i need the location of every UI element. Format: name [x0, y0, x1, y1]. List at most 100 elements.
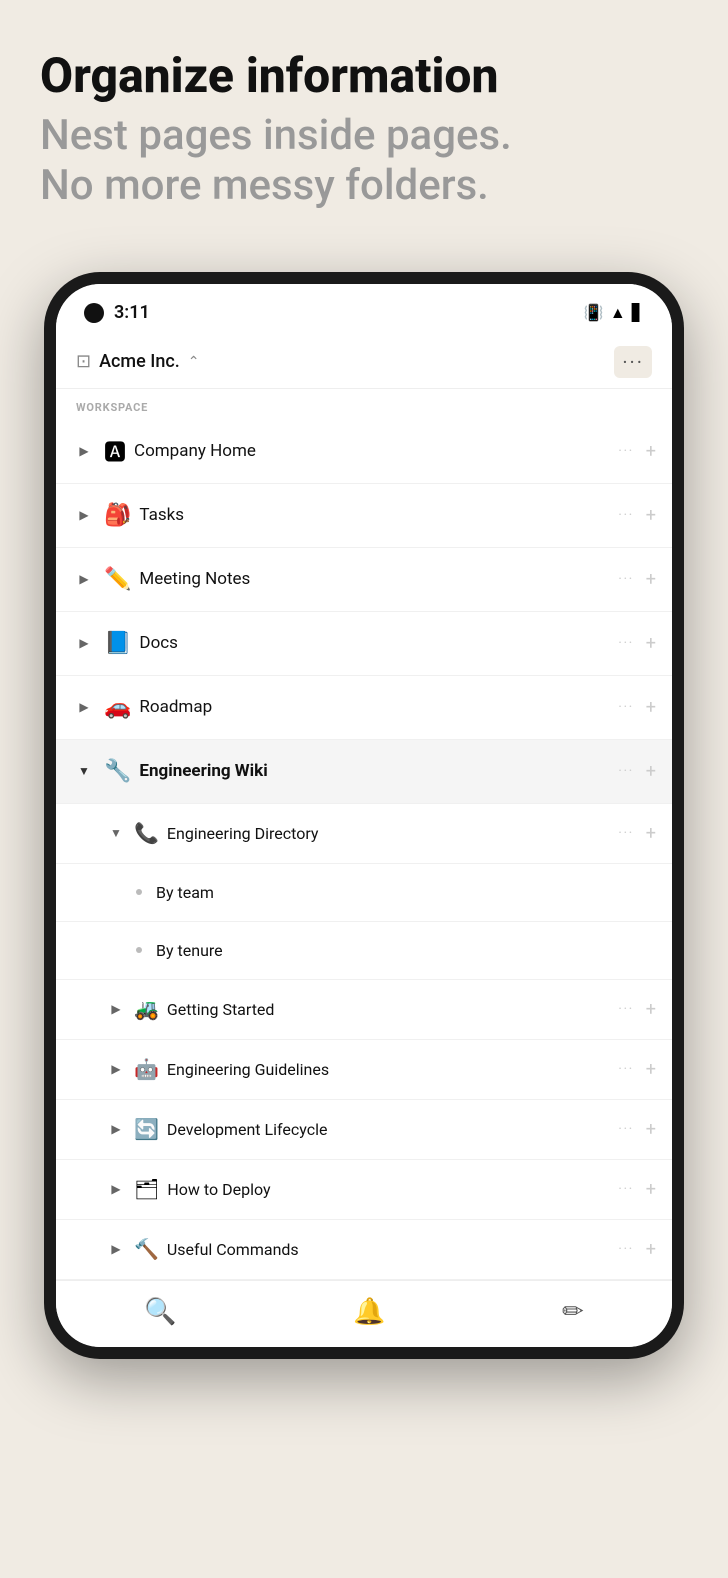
dots-how-to-deploy[interactable]: ··· — [618, 1181, 633, 1197]
plus-useful-commands[interactable]: + — [646, 1239, 656, 1260]
more-button[interactable]: ··· — [614, 346, 652, 378]
actions-engineering-wiki: ··· + — [618, 761, 656, 782]
dots-engineering-wiki[interactable]: ··· — [618, 763, 633, 779]
sidebar-item-by-tenure[interactable]: By tenure — [56, 922, 672, 980]
label-how-to-deploy: How to Deploy — [167, 1180, 618, 1199]
sidebar-item-docs[interactable]: ▶ 📘 Docs ··· + — [56, 612, 672, 676]
sidebar-item-company-home[interactable]: ▶ 🅰 Company Home ··· + — [56, 420, 672, 484]
wifi-icon: ▲ — [610, 303, 626, 323]
emoji-roadmap: 🚗 — [104, 695, 131, 720]
sidebar-item-engineering-wiki[interactable]: ▼ 🔧 Engineering Wiki ··· + — [56, 740, 672, 804]
label-getting-started: Getting Started — [167, 1000, 618, 1019]
sidebar-item-by-team[interactable]: By team — [56, 864, 672, 922]
hero-title: Organize information — [40, 50, 688, 103]
dots-development-lifecycle[interactable]: ··· — [618, 1121, 633, 1137]
toggle-meeting-notes[interactable]: ▶ — [72, 572, 96, 586]
sidebar-item-engineering-directory[interactable]: ▼ 📞 Engineering Directory ··· + — [56, 804, 672, 864]
label-by-tenure: By tenure — [156, 941, 656, 960]
actions-tasks: ··· + — [618, 505, 656, 526]
label-company-home: Company Home — [134, 441, 618, 461]
dots-tasks[interactable]: ··· — [618, 507, 633, 523]
toggle-tasks[interactable]: ▶ — [72, 508, 96, 522]
bell-nav-icon[interactable]: 🔔 — [353, 1297, 385, 1327]
toggle-engineering-directory[interactable]: ▼ — [106, 826, 126, 840]
emoji-meeting-notes: ✏️ — [104, 567, 131, 592]
toggle-roadmap[interactable]: ▶ — [72, 700, 96, 714]
toggle-engineering-guidelines[interactable]: ▶ — [106, 1062, 126, 1076]
toggle-engineering-wiki[interactable]: ▼ — [72, 764, 96, 778]
workspace-icon: ⊡ — [76, 351, 91, 372]
plus-company-home[interactable]: + — [646, 441, 656, 462]
label-engineering-guidelines: Engineering Guidelines — [167, 1060, 618, 1079]
plus-development-lifecycle[interactable]: + — [646, 1119, 656, 1140]
label-docs: Docs — [139, 633, 618, 653]
sidebar-item-roadmap[interactable]: ▶ 🚗 Roadmap ··· + — [56, 676, 672, 740]
dots-engineering-directory[interactable]: ··· — [618, 825, 633, 841]
emoji-how-to-deploy: 🗂 — [134, 1177, 159, 1201]
plus-docs[interactable]: + — [646, 633, 656, 654]
dots-engineering-guidelines[interactable]: ··· — [618, 1061, 633, 1077]
sidebar-item-development-lifecycle[interactable]: ▶ 🔄 Development Lifecycle ··· + — [56, 1100, 672, 1160]
label-by-team: By team — [156, 883, 656, 902]
chevron-icon: ⌃ — [188, 354, 200, 370]
label-development-lifecycle: Development Lifecycle — [167, 1120, 618, 1139]
phone-screen: 3:11 📳 ▲ ▋ ⊡ Acme Inc. ⌃ ··· — [56, 284, 672, 1347]
plus-engineering-directory[interactable]: + — [646, 823, 656, 844]
actions-meeting-notes: ··· + — [618, 569, 656, 590]
toggle-getting-started[interactable]: ▶ — [106, 1002, 126, 1016]
toggle-useful-commands[interactable]: ▶ — [106, 1242, 126, 1256]
plus-engineering-guidelines[interactable]: + — [646, 1059, 656, 1080]
plus-engineering-wiki[interactable]: + — [646, 761, 656, 782]
dots-company-home[interactable]: ··· — [618, 443, 633, 459]
sidebar-item-getting-started[interactable]: ▶ 🚜 Getting Started ··· + — [56, 980, 672, 1040]
status-icons: 📳 ▲ ▋ — [584, 303, 644, 323]
actions-roadmap: ··· + — [618, 697, 656, 718]
dots-meeting-notes[interactable]: ··· — [618, 571, 633, 587]
emoji-useful-commands: 🔨 — [134, 1237, 159, 1261]
dots-getting-started[interactable]: ··· — [618, 1001, 633, 1017]
emoji-development-lifecycle: 🔄 — [134, 1117, 159, 1141]
sidebar-item-meeting-notes[interactable]: ▶ ✏️ Meeting Notes ··· + — [56, 548, 672, 612]
section-label: WORKSPACE — [56, 389, 672, 420]
dot-by-tenure — [136, 947, 142, 953]
plus-getting-started[interactable]: + — [646, 999, 656, 1020]
emoji-docs: 📘 — [104, 631, 131, 656]
actions-docs: ··· + — [618, 633, 656, 654]
search-nav-icon[interactable]: 🔍 — [144, 1297, 176, 1327]
plus-tasks[interactable]: + — [646, 505, 656, 526]
actions-company-home: ··· + — [618, 441, 656, 462]
toggle-docs[interactable]: ▶ — [72, 636, 96, 650]
emoji-engineering-directory: 📞 — [134, 821, 159, 845]
vibrate-icon: 📳 — [584, 303, 604, 322]
label-engineering-directory: Engineering Directory — [167, 824, 618, 843]
dots-roadmap[interactable]: ··· — [618, 699, 633, 715]
actions-useful-commands: ··· + — [618, 1239, 656, 1260]
plus-meeting-notes[interactable]: + — [646, 569, 656, 590]
emoji-getting-started: 🚜 — [134, 997, 159, 1021]
dots-docs[interactable]: ··· — [618, 635, 633, 651]
hero-section: Organize information Nest pages inside p… — [0, 0, 728, 252]
content-area: WORKSPACE ▶ 🅰 Company Home ··· + ▶ 🎒 Tas… — [56, 389, 672, 1280]
toggle-company-home[interactable]: ▶ — [72, 444, 96, 458]
top-bar: ⊡ Acme Inc. ⌃ ··· — [56, 336, 672, 389]
actions-getting-started: ··· + — [618, 999, 656, 1020]
label-meeting-notes: Meeting Notes — [139, 569, 618, 589]
sidebar-item-how-to-deploy[interactable]: ▶ 🗂 How to Deploy ··· + — [56, 1160, 672, 1220]
emoji-tasks: 🎒 — [104, 503, 131, 528]
toggle-development-lifecycle[interactable]: ▶ — [106, 1122, 126, 1136]
phone-wrapper: 3:11 📳 ▲ ▋ ⊡ Acme Inc. ⌃ ··· — [44, 272, 684, 1359]
plus-how-to-deploy[interactable]: + — [646, 1179, 656, 1200]
emoji-engineering-wiki: 🔧 — [104, 759, 131, 784]
bottom-nav: 🔍 🔔 ✏ — [56, 1280, 672, 1347]
sidebar-item-useful-commands[interactable]: ▶ 🔨 Useful Commands ··· + — [56, 1220, 672, 1280]
label-roadmap: Roadmap — [139, 697, 618, 717]
toggle-how-to-deploy[interactable]: ▶ — [106, 1182, 126, 1196]
sidebar-item-engineering-guidelines[interactable]: ▶ 🤖 Engineering Guidelines ··· + — [56, 1040, 672, 1100]
camera-notch — [84, 303, 104, 323]
dots-useful-commands[interactable]: ··· — [618, 1241, 633, 1257]
workspace-name[interactable]: ⊡ Acme Inc. ⌃ — [76, 351, 199, 372]
plus-roadmap[interactable]: + — [646, 697, 656, 718]
edit-nav-icon[interactable]: ✏ — [562, 1297, 584, 1327]
sidebar-item-tasks[interactable]: ▶ 🎒 Tasks ··· + — [56, 484, 672, 548]
emoji-engineering-guidelines: 🤖 — [134, 1057, 159, 1081]
